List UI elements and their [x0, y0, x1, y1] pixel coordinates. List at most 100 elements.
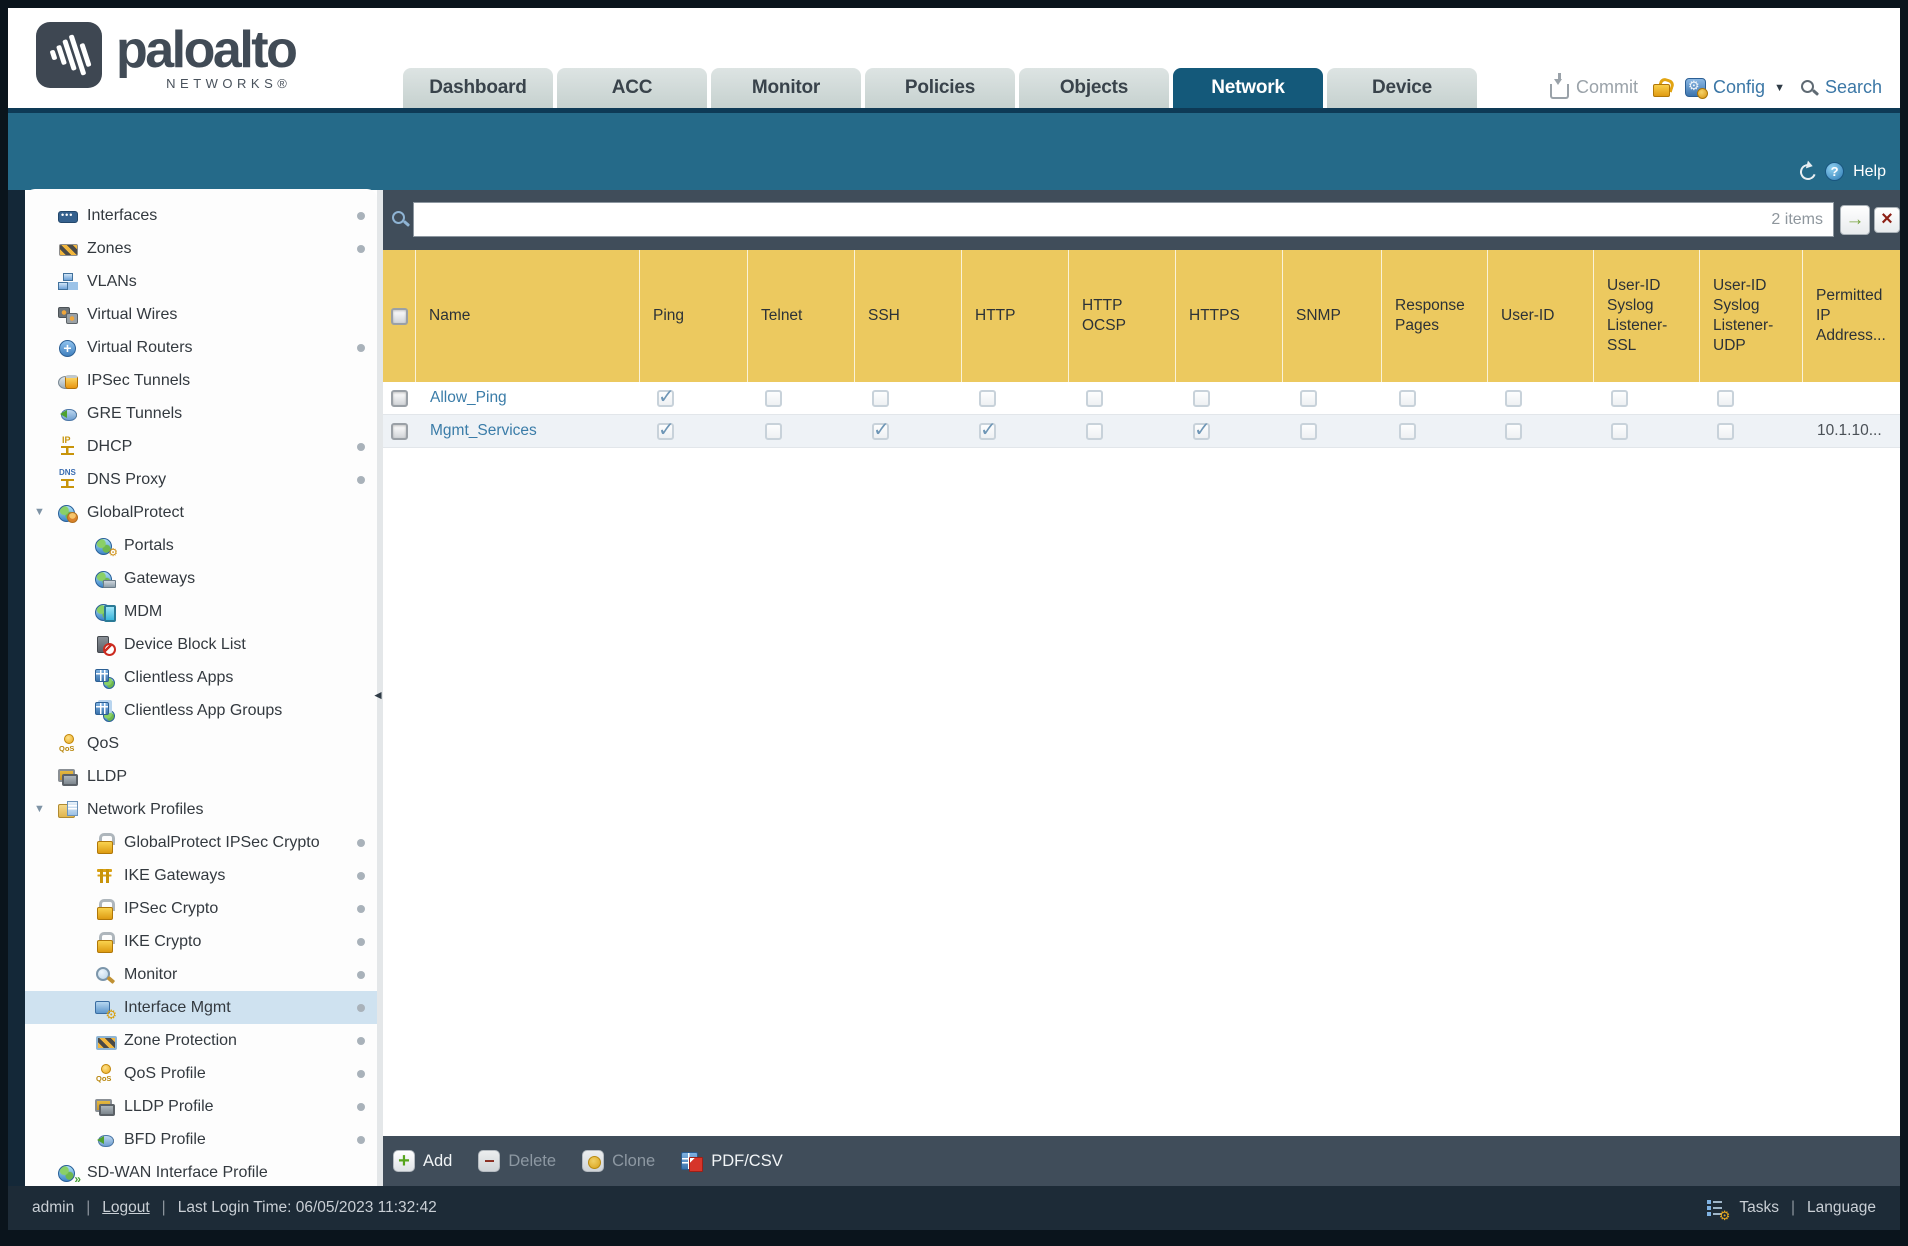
language-button[interactable]: Language [1807, 1199, 1876, 1217]
column-header-snmp[interactable]: SNMP [1283, 250, 1382, 382]
sidebar-item-bfd-profile[interactable]: BFD Profile [25, 1123, 377, 1156]
tab-objects[interactable]: Objects [1019, 68, 1169, 108]
main-nav-tabs: Dashboard ACC Monitor Policies Objects Networ… [403, 68, 1477, 108]
dns-proxy-icon [58, 468, 78, 489]
toolbar-button-label: Add [423, 1151, 453, 1170]
sidebar-item-qos[interactable]: QoS [25, 727, 377, 760]
bfd-profile-icon [95, 1130, 115, 1149]
help-label[interactable]: Help [1853, 163, 1886, 181]
sidebar-item-zone-protection[interactable]: Zone Protection [25, 1024, 377, 1057]
sidebar-item-device-block-list[interactable]: Device Block List [25, 628, 377, 661]
column-header-user-id-syslog-listener-udp[interactable]: User-ID Syslog Listener-UDP [1700, 250, 1803, 382]
sidebar-item-virtual-routers[interactable]: Virtual Routers [25, 331, 377, 364]
sidebar-item-interfaces[interactable]: Interfaces [25, 199, 377, 232]
sidebar-item-gre-tunnels[interactable]: GRE Tunnels [25, 397, 377, 430]
sidebar-item-zones[interactable]: Zones [25, 232, 377, 265]
tab-device[interactable]: Device [1327, 68, 1477, 108]
sidebar-item-qos-profile[interactable]: QoS Profile [25, 1057, 377, 1090]
apply-filter-button[interactable]: → [1840, 205, 1870, 235]
sidebar-item-globalprotect[interactable]: ▼ GlobalProtect [25, 496, 377, 529]
column-header-permitted-ip-address[interactable]: Permitted IP Address... [1803, 250, 1899, 382]
logout-link[interactable]: Logout [102, 1199, 149, 1217]
column-header-response-pages[interactable]: Response Pages [1382, 250, 1488, 382]
sidebar-item-clientless-apps[interactable]: Clientless Apps [25, 661, 377, 694]
tab-network[interactable]: Network [1173, 68, 1323, 108]
sidebar-item-lldp[interactable]: LLDP [25, 760, 377, 793]
config-tools-icon [1685, 78, 1709, 99]
subheader-band: Help [8, 113, 1900, 190]
row-checkbox[interactable] [391, 422, 408, 440]
commit-button[interactable]: Commit [1550, 73, 1638, 99]
gateway-globe-icon [95, 570, 116, 588]
sidebar-item-monitor[interactable]: Monitor [25, 958, 377, 991]
delete-button[interactable]: Delete [478, 1150, 556, 1172]
pdf-csv-button[interactable]: PDF/CSV [681, 1150, 783, 1172]
sidebar-item-vlans[interactable]: VLANs [25, 265, 377, 298]
column-header-http-ocsp[interactable]: HTTP OCSP [1069, 250, 1176, 382]
help-icon[interactable] [1825, 162, 1845, 181]
https-checkbox [1193, 420, 1211, 441]
column-header-name[interactable]: Name [416, 250, 640, 382]
interface-mgmt-icon [95, 999, 117, 1021]
column-header-telnet[interactable]: Telnet [748, 250, 855, 382]
sidebar-item-virtual-wires[interactable]: Virtual Wires [25, 298, 377, 331]
config-menu-button[interactable]: Config ▼ [1685, 77, 1785, 99]
unlocked-padlock-icon[interactable] [1653, 78, 1671, 97]
scroll-dot [357, 1070, 365, 1078]
sidebar-item-interface-mgmt[interactable]: Interface Mgmt [25, 991, 377, 1024]
monitor-profile-icon [95, 966, 115, 984]
filter-input[interactable] [414, 203, 1772, 236]
column-header-ping[interactable]: Ping [640, 250, 748, 382]
select-all-checkbox[interactable] [390, 307, 408, 325]
sidebar-item-ike-gateways[interactable]: IKE Gateways [25, 859, 377, 892]
virtual-wires-icon [58, 306, 78, 324]
column-header-ssh[interactable]: SSH [855, 250, 962, 382]
qos-icon [58, 733, 78, 753]
tab-acc[interactable]: ACC [557, 68, 707, 108]
sidebar-item-globalprotect-ipsec-crypto[interactable]: GlobalProtect IPSec Crypto [25, 826, 377, 859]
sidebar-item-ipsec-crypto[interactable]: IPSec Crypto [25, 892, 377, 925]
refresh-icon[interactable] [1797, 160, 1819, 183]
sidebar-item-gateways[interactable]: Gateways [25, 562, 377, 595]
virtual-routers-icon [58, 339, 78, 357]
sidebar-item-dns-proxy[interactable]: DNS Proxy [25, 463, 377, 496]
sidebar-item-sd-wan-interface-profile[interactable]: SD-WAN Interface Profile [25, 1156, 377, 1186]
sidebar-item-ike-crypto[interactable]: IKE Crypto [25, 925, 377, 958]
zone-protection-icon [95, 1032, 117, 1050]
vlans-icon [58, 272, 78, 291]
add-button[interactable]: Add [393, 1150, 452, 1172]
sidebar-item-ipsec-tunnels[interactable]: IPSec Tunnels [25, 364, 377, 397]
chevron-expanded-icon[interactable]: ▼ [34, 506, 45, 519]
row-checkbox[interactable] [391, 389, 408, 407]
table-row[interactable]: Mgmt_Services 10.1.10... [383, 415, 1900, 448]
app-window: paloalto NETWORKS® Dashboard ACC Monitor Po… [8, 8, 1900, 1230]
profile-name-link[interactable]: Mgmt_Services [416, 422, 537, 440]
collapse-sidebar-arrow[interactable]: ◄ [372, 688, 384, 702]
table-row[interactable]: Allow_Ping [383, 382, 1900, 415]
sidebar-item-label: IPSec Tunnels [87, 371, 191, 389]
column-header-user-id-syslog-listener-ssl[interactable]: User-ID Syslog Listener-SSL [1594, 250, 1700, 382]
user-id-syslog-udp-checkbox [1717, 422, 1734, 440]
clear-filter-button[interactable]: × [1874, 207, 1900, 233]
column-header-label: HTTP OCSP [1082, 297, 1126, 334]
sidebar-item-portals[interactable]: Portals [25, 529, 377, 562]
chevron-expanded-icon[interactable]: ▼ [34, 803, 45, 816]
scroll-dot [357, 212, 365, 220]
sidebar-item-dhcp[interactable]: DHCP [25, 430, 377, 463]
column-header-user-id[interactable]: User-ID [1488, 250, 1594, 382]
sidebar-item-clientless-app-groups[interactable]: Clientless App Groups [25, 694, 377, 727]
global-search-button[interactable]: Search [1800, 77, 1882, 98]
sidebar-item-network-profiles[interactable]: ▼ Network Profiles [25, 793, 377, 826]
column-header-https[interactable]: HTTPS [1176, 250, 1283, 382]
tasks-button[interactable]: Tasks [1739, 1199, 1779, 1217]
clone-button[interactable]: Clone [582, 1150, 655, 1172]
left-rail [8, 190, 25, 1186]
tab-policies[interactable]: Policies [865, 68, 1015, 108]
tab-monitor[interactable]: Monitor [711, 68, 861, 108]
sidebar-item-lldp-profile[interactable]: LLDP Profile [25, 1090, 377, 1123]
column-header-http[interactable]: HTTP [962, 250, 1069, 382]
profile-name-link[interactable]: Allow_Ping [416, 389, 507, 407]
telnet-cell [748, 415, 855, 447]
tab-dashboard[interactable]: Dashboard [403, 68, 553, 108]
sidebar-item-mdm[interactable]: MDM [25, 595, 377, 628]
